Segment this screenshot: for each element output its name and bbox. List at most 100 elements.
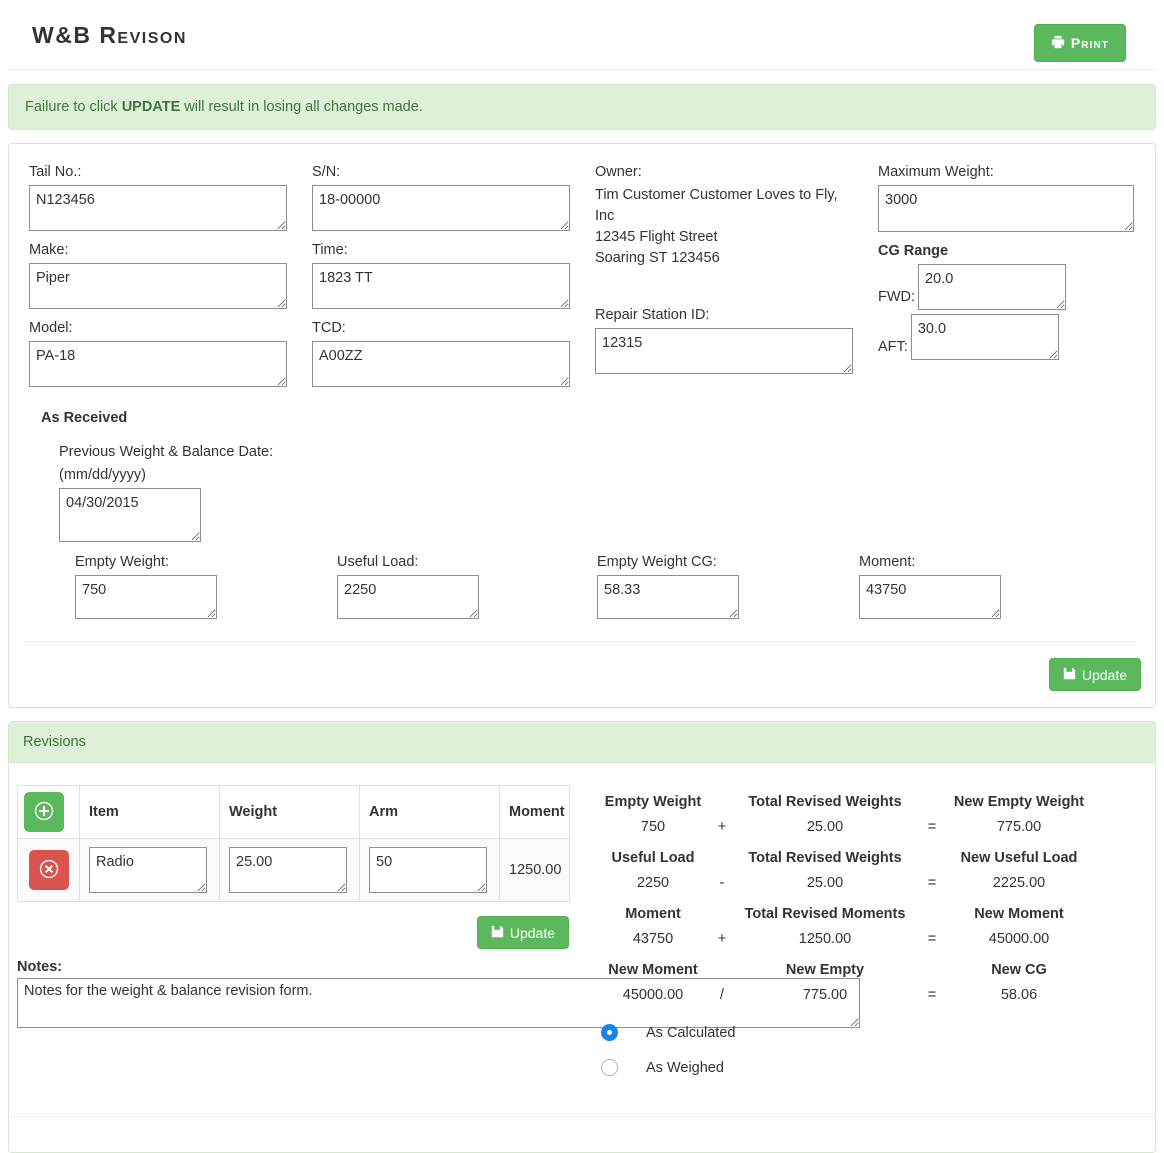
as-received-button-row: Update — [9, 642, 1155, 707]
aircraft-info-grid: Tail No.: Make: Model: S/N: — [9, 144, 1155, 396]
sn-input[interactable] — [312, 185, 570, 232]
add-row-button[interactable] — [24, 792, 64, 833]
alert-suffix: will result in losing all changes made. — [180, 99, 423, 115]
field-sn: S/N: — [312, 162, 595, 232]
revisions-update-button[interactable]: Update — [476, 916, 569, 950]
repair-station-label: Repair Station ID: — [595, 307, 710, 324]
cg-fwd-label: FWD: — [878, 289, 916, 306]
revisions-body: Item Weight Arm Moment Radio 25.00 50 12… — [9, 763, 1155, 1094]
plus-circle-icon — [33, 800, 55, 825]
radio-as-calculated[interactable] — [601, 1024, 618, 1042]
model-input[interactable] — [29, 341, 287, 388]
field-cg-aft: AFT: — [878, 314, 1161, 361]
form-column-owner: Owner: Tim Customer Customer Loves to Fl… — [595, 162, 878, 396]
calc-r3-op2: = — [927, 931, 937, 948]
row-weight-input[interactable] — [229, 847, 347, 894]
calc-r4-spacer1 — [707, 958, 737, 983]
field-time: Time: — [312, 240, 595, 310]
cg-range-group: CG Range FWD: AFT: — [878, 241, 1161, 361]
cg-range-title: CG Range — [878, 243, 949, 260]
calc-r3-spacer1 — [707, 902, 737, 927]
calc-r1-h2: Total Revised Weights — [748, 794, 902, 811]
calc-r2-h2: Total Revised Weights — [748, 850, 902, 867]
calc-r3-v2: 1250.00 — [798, 931, 852, 948]
repair-station-input[interactable] — [595, 328, 853, 375]
ar-moment-input[interactable] — [859, 575, 1001, 620]
radio-row-as-weighed[interactable]: As Weighed — [601, 1059, 1147, 1077]
calc-r3-op1: + — [717, 931, 727, 948]
field-previous-wb-date: Previous Weight & Balance Date: (mm/dd/y… — [41, 442, 1155, 543]
field-repair-station: Repair Station ID: — [595, 305, 878, 375]
calc-r4-op2: = — [927, 987, 937, 1004]
times-circle-icon — [38, 858, 60, 883]
tail-no-input[interactable] — [29, 185, 287, 232]
as-received-values-row: Empty Weight: Useful Load: Empty Weight … — [41, 552, 1155, 620]
calc-r1-h1: Empty Weight — [604, 794, 702, 811]
printer-icon — [1051, 35, 1065, 51]
previous-wb-date-input[interactable] — [59, 488, 201, 543]
calc-r3-v1: 43750 — [632, 931, 674, 948]
maximum-weight-input[interactable] — [878, 185, 1134, 233]
ar-empty-weight-input[interactable] — [75, 575, 217, 620]
column-header-item: Item — [79, 785, 220, 840]
calc-r2-v2: 25.00 — [806, 875, 844, 892]
row-item-input[interactable] — [89, 847, 207, 894]
time-input[interactable] — [312, 263, 570, 310]
save-icon — [491, 925, 504, 940]
as-received-update-button[interactable]: Update — [1048, 658, 1141, 692]
calc-r2-v1: 2250 — [636, 875, 670, 892]
cg-aft-input[interactable] — [910, 314, 1059, 361]
revisions-panel: Revisions Item Weight Arm Moment Radio 2… — [8, 721, 1156, 1153]
maximum-weight-label: Maximum Weight: — [878, 164, 994, 180]
cell-item — [79, 838, 220, 903]
as-received-title: As Received — [41, 410, 128, 427]
previous-wb-date-label-line2: (mm/dd/yyyy) — [59, 467, 146, 484]
field-make: Make: — [29, 240, 312, 310]
add-row-cell — [17, 785, 80, 840]
delete-row-button[interactable] — [28, 850, 69, 891]
radio-as-weighed-label: As Weighed — [646, 1059, 724, 1076]
page-root: W&B Revison Print Failure to click UPDAT… — [0, 0, 1164, 1153]
calc-r3-h3: New Moment — [974, 906, 1064, 923]
calc-r4-op1: / — [719, 987, 725, 1004]
form-column-identity: Tail No.: Make: Model: — [29, 162, 312, 396]
weight-source-radio-group: As Calculated As Weighed — [599, 1014, 1147, 1077]
calc-r2-spacer2 — [913, 846, 951, 871]
field-tcd: TCD: — [312, 318, 595, 388]
column-header-weight: Weight — [219, 785, 360, 840]
alert-prefix: Failure to click — [25, 99, 122, 115]
calc-r4-v3: 58.06 — [1000, 987, 1038, 1004]
page-header: W&B Revison Print — [8, 0, 1156, 70]
calculations-grid: Empty Weight Total Revised Weights New E… — [599, 790, 1147, 1014]
print-button[interactable]: Print — [1033, 24, 1126, 62]
page-title: W&B Revison — [32, 22, 187, 48]
field-cg-fwd: FWD: — [878, 264, 1161, 311]
calc-r3-h2: Total Revised Moments — [744, 906, 906, 923]
save-icon — [1063, 667, 1076, 682]
tcd-input[interactable] — [312, 341, 570, 388]
cg-fwd-input[interactable] — [918, 264, 1067, 311]
make-input[interactable] — [29, 263, 287, 310]
as-received-section: As Received Previous Weight & Balance Da… — [9, 396, 1155, 620]
calc-r2-spacer1 — [707, 846, 737, 871]
column-header-arm: Arm — [359, 785, 500, 840]
revisions-panel-footer — [9, 1116, 1155, 1152]
radio-as-weighed[interactable] — [601, 1059, 618, 1077]
field-ar-empty-weight-cg: Empty Weight CG: — [597, 552, 859, 620]
ar-useful-load-input[interactable] — [337, 575, 479, 620]
calc-r1-spacer2 — [913, 790, 951, 815]
ar-useful-load-label: Useful Load: — [337, 554, 419, 571]
radio-as-calculated-label: As Calculated — [646, 1024, 736, 1041]
field-ar-empty-weight: Empty Weight: — [75, 552, 337, 620]
row-arm-input[interactable] — [369, 847, 487, 894]
calc-r1-v1: 750 — [640, 819, 666, 836]
row-moment-value: 1250.00 — [499, 838, 570, 903]
calc-r4-v2: 775.00 — [802, 987, 848, 1004]
ar-empty-weight-cg-label: Empty Weight CG: — [597, 554, 717, 571]
revisions-table: Item Weight Arm Moment Radio 25.00 50 12… — [17, 785, 570, 903]
ar-empty-weight-cg-input[interactable] — [597, 575, 739, 620]
calc-r4-v1: 45000.00 — [622, 987, 684, 1004]
calc-r3-h1: Moment — [625, 906, 681, 923]
radio-row-as-calculated[interactable]: As Calculated — [601, 1024, 1147, 1042]
calc-r3-spacer2 — [913, 902, 951, 927]
